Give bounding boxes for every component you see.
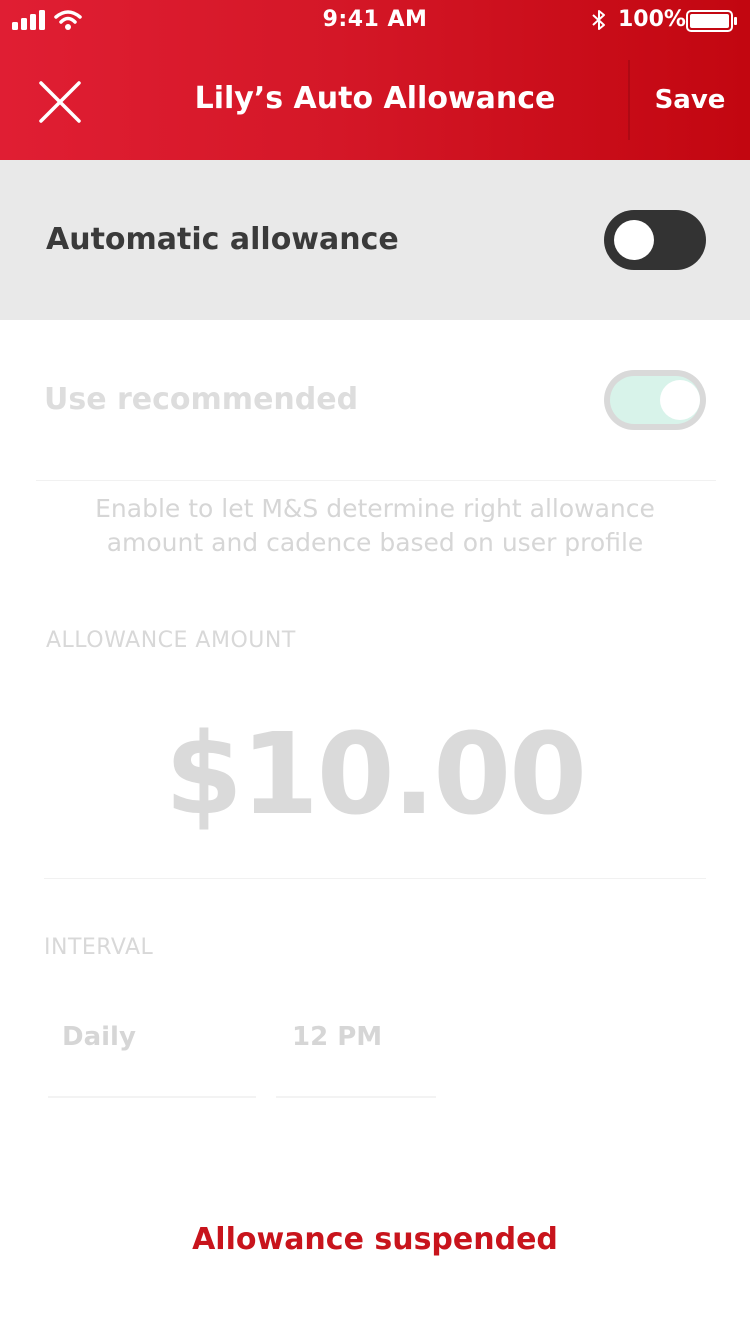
interval-frequency-value: Daily [62, 1022, 136, 1052]
divider [44, 878, 706, 879]
auto-allowance-screen: 9:41 AM 100% Lily’s Auto Allowance Save … [0, 0, 750, 1334]
allowance-amount-label: ALLOWANCE AMOUNT [46, 628, 296, 653]
use-recommended-toggle[interactable] [604, 370, 706, 430]
interval-time-value: 12 PM [292, 1022, 383, 1052]
status-bar: 9:41 AM 100% [0, 0, 750, 40]
interval-frequency-select[interactable]: Daily [48, 1000, 256, 1098]
automatic-allowance-row: Automatic allowance [0, 160, 750, 320]
automatic-allowance-label: Automatic allowance [46, 222, 399, 257]
toggle-knob [660, 380, 700, 420]
use-recommended-description: Enable to let M&S determine right allowa… [95, 494, 655, 557]
header: 9:41 AM 100% Lily’s Auto Allowance Save [0, 0, 750, 160]
use-recommended-label: Use recommended [44, 382, 359, 417]
page-title: Lily’s Auto Allowance [194, 81, 556, 116]
automatic-allowance-toggle[interactable] [604, 210, 706, 270]
save-button[interactable]: Save [640, 82, 740, 118]
interval-time-select[interactable]: 12 PM [276, 1000, 436, 1098]
divider [36, 480, 716, 481]
close-icon [39, 81, 81, 123]
interval-label: INTERVAL [44, 935, 154, 960]
battery-icon [686, 10, 737, 32]
allowance-suspended-status[interactable]: Allowance suspended [0, 1220, 750, 1260]
header-divider [628, 60, 630, 140]
allowance-amount-value[interactable]: $10.00 [0, 710, 750, 840]
bluetooth-icon [592, 10, 605, 30]
toggle-knob [614, 220, 654, 260]
battery-percent: 100% [618, 7, 686, 32]
close-button[interactable] [24, 66, 96, 138]
